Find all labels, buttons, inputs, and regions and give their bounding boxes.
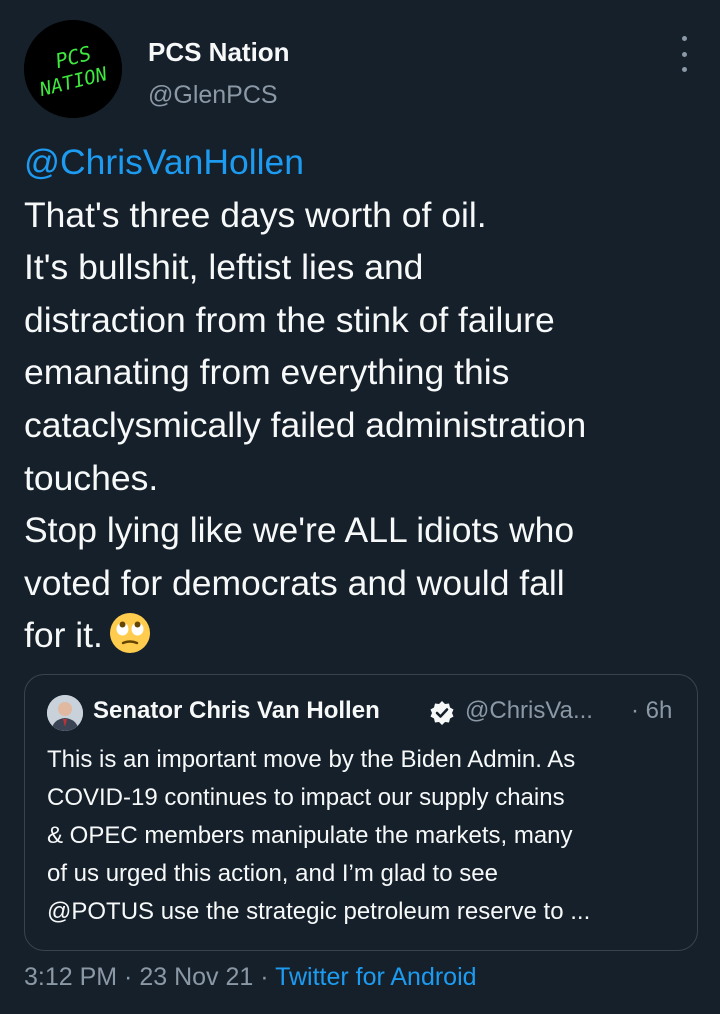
quoted-line: & OPEC members manipulate the markets, m… bbox=[47, 822, 573, 849]
tweet-line: Stop lying like we're ALL idiots who bbox=[24, 510, 575, 551]
tweet-line: emanating from everything this bbox=[24, 352, 510, 393]
mention-link[interactable]: @ChrisVanHollen bbox=[24, 136, 696, 189]
tweet-line: distraction from the stink of failure bbox=[24, 299, 555, 340]
tweet-line: touches. bbox=[24, 457, 159, 498]
tweet-meta: 3:12 PM · 23 Nov 21 · Twitter for Androi… bbox=[24, 963, 477, 992]
tweet-line: That's three days worth of oil. bbox=[24, 194, 487, 235]
author-display-name[interactable]: PCS Nation bbox=[148, 37, 290, 68]
more-dot-icon bbox=[681, 67, 687, 72]
tweet-line: for it. bbox=[24, 615, 103, 656]
tweet-last-line: for it. bbox=[24, 609, 696, 662]
meta-separator: · bbox=[117, 963, 140, 991]
author-handle[interactable]: @GlenPCS bbox=[148, 81, 278, 110]
tweet: PCS NATION PCS Nation @GlenPCS @ChrisVan… bbox=[0, 0, 720, 1014]
tweet-line: voted for democrats and would fall bbox=[24, 562, 565, 603]
quoted-line: This is an important move by the Biden A… bbox=[47, 746, 576, 773]
tweet-date[interactable]: 23 Nov 21 bbox=[139, 963, 253, 991]
pcs-nation-logo-icon: PCS NATION bbox=[24, 20, 122, 118]
tweet-text: @ChrisVanHollen That's three days worth … bbox=[24, 136, 696, 662]
tweet-time[interactable]: 3:12 PM bbox=[24, 963, 117, 991]
more-dot-icon bbox=[681, 36, 687, 41]
tweet-header: PCS NATION PCS Nation @GlenPCS bbox=[24, 20, 696, 120]
tweet-line: cataclysmically failed administration bbox=[24, 404, 587, 445]
more-options-button[interactable] bbox=[678, 36, 690, 72]
author-avatar[interactable]: PCS NATION bbox=[24, 20, 122, 118]
quoted-display-name[interactable]: Senator Chris Van Hollen bbox=[93, 697, 380, 725]
tweet-source-link[interactable]: Twitter for Android bbox=[275, 963, 476, 991]
quoted-line: of us urged this action, and I’m glad to… bbox=[47, 860, 498, 887]
tweet-line: It's bullshit, leftist lies and bbox=[24, 247, 424, 288]
quoted-handle[interactable]: @ChrisVa... bbox=[465, 697, 593, 725]
face-with-rolling-eyes-icon bbox=[109, 613, 150, 654]
quoted-tweet[interactable]: Senator Chris Van Hollen @ChrisVa... · 6… bbox=[24, 674, 698, 951]
quoted-author-avatar[interactable] bbox=[47, 695, 83, 731]
quoted-timestamp[interactable]: · 6h bbox=[631, 697, 672, 725]
quoted-line: COVID-19 continues to impact our supply … bbox=[47, 784, 565, 811]
senator-photo-icon bbox=[47, 695, 83, 731]
verified-badge-icon bbox=[430, 701, 454, 725]
more-dot-icon bbox=[681, 51, 687, 57]
quoted-line: @POTUS use the strategic petroleum reser… bbox=[47, 898, 591, 925]
quoted-tweet-text: This is an important move by the Biden A… bbox=[47, 741, 687, 931]
meta-separator: · bbox=[253, 963, 276, 991]
